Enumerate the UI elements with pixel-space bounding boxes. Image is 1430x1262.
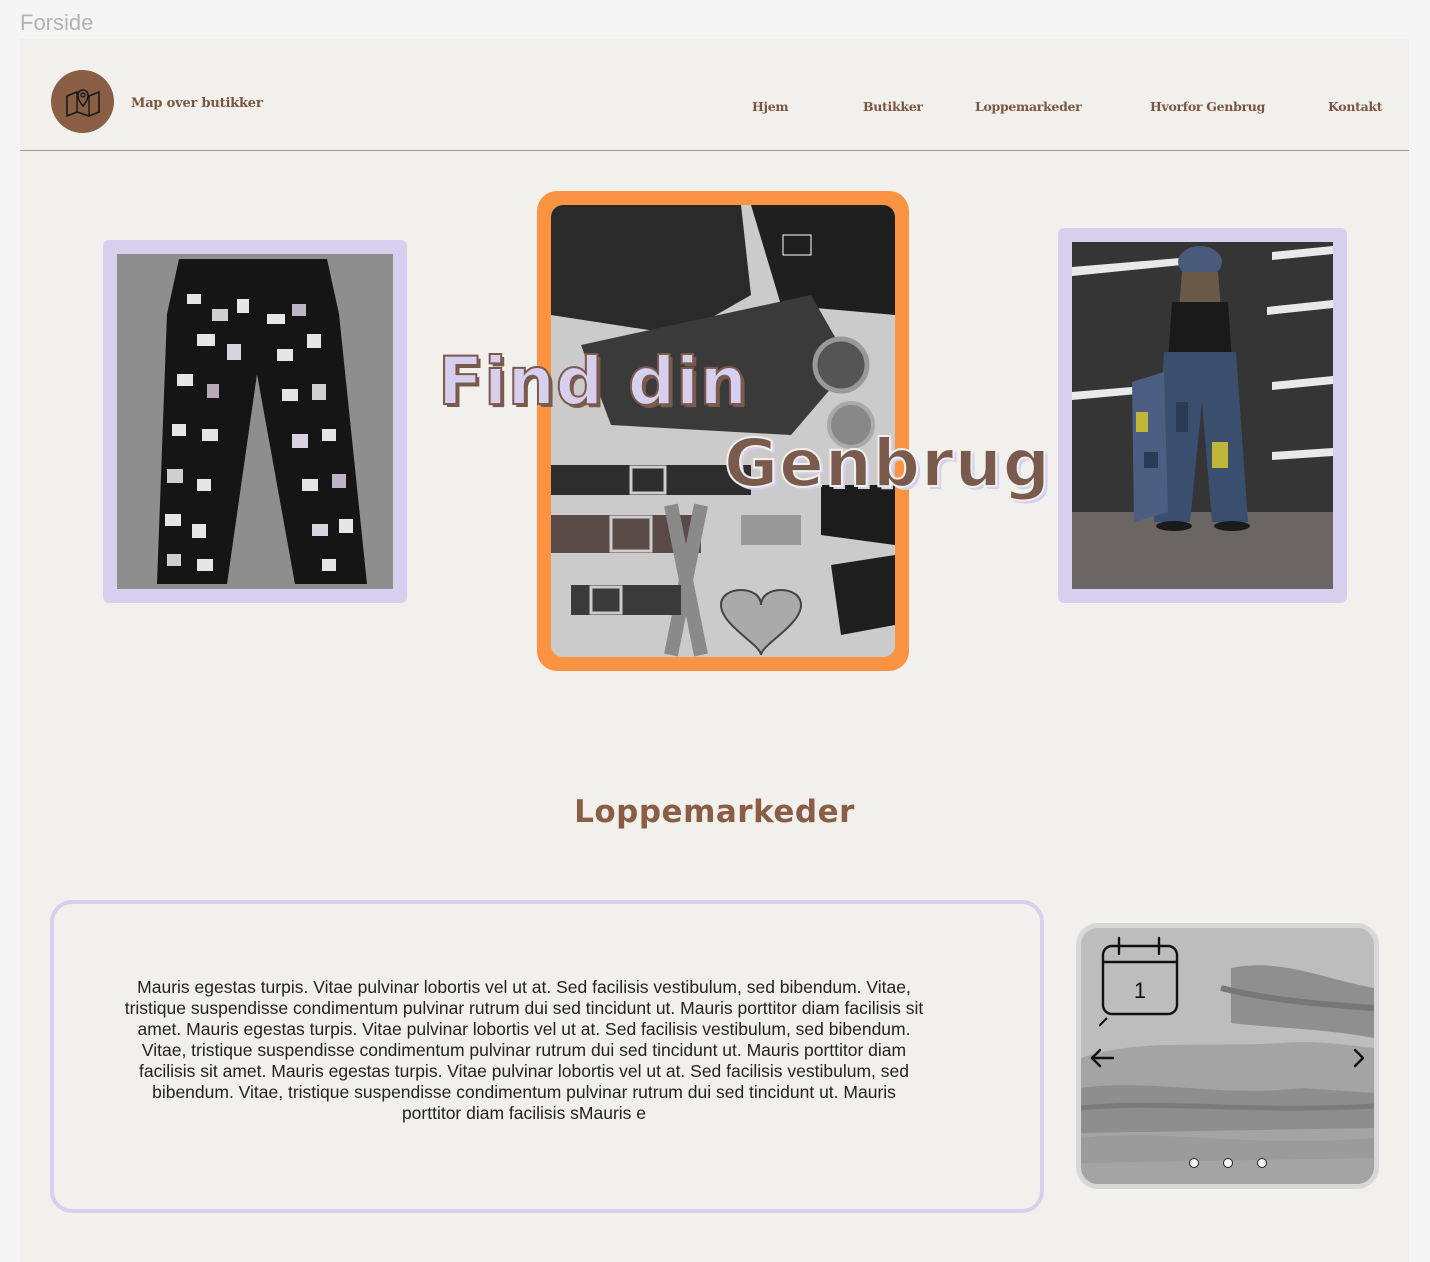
section-title: Loppemarkeder bbox=[574, 794, 855, 830]
chevron-right-icon[interactable] bbox=[1351, 1048, 1367, 1068]
nav-item-loppemarkeder[interactable]: Loppemarkeder bbox=[975, 99, 1082, 114]
event-carousel[interactable]: 1 bbox=[1076, 923, 1379, 1189]
photo-person bbox=[1058, 228, 1347, 603]
nav-item-butikker[interactable]: Butikker bbox=[863, 99, 923, 114]
frame-label: Forside bbox=[20, 10, 94, 35]
calendar-day: 1 bbox=[1134, 978, 1146, 1003]
hero-title-line-1: Find din bbox=[437, 343, 748, 420]
nav-item-hjem[interactable]: Hjem bbox=[752, 99, 789, 114]
carousel-dots bbox=[1189, 1158, 1267, 1168]
carousel-dot-2[interactable] bbox=[1223, 1158, 1233, 1168]
photo-jeans bbox=[103, 240, 407, 603]
page-frame: Map over butikker Hjem Butikker Loppemar… bbox=[20, 39, 1409, 1262]
site-header: Map over butikker Hjem Butikker Loppemar… bbox=[20, 39, 1409, 151]
carousel-dot-3[interactable] bbox=[1257, 1158, 1267, 1168]
carousel-dot-1[interactable] bbox=[1189, 1158, 1199, 1168]
nav-item-kontakt[interactable]: Kontakt bbox=[1328, 99, 1383, 114]
jeans-image bbox=[117, 254, 393, 589]
map-pin-icon bbox=[65, 88, 100, 117]
nav-item-hvorfor-genbrug[interactable]: Hvorfor Genbrug bbox=[1150, 99, 1265, 114]
person-image bbox=[1072, 242, 1333, 589]
logo[interactable] bbox=[51, 70, 114, 133]
info-body-text: Mauris egestas turpis. Vitae pulvinar lo… bbox=[124, 977, 924, 1123]
calendar-icon[interactable]: 1 bbox=[1099, 936, 1181, 1028]
logo-text[interactable]: Map over butikker bbox=[131, 96, 263, 111]
hero-title-line-2: Genbrug bbox=[723, 425, 1051, 502]
info-card: Mauris egestas turpis. Vitae pulvinar lo… bbox=[50, 900, 1044, 1213]
arrow-left-icon[interactable] bbox=[1089, 1048, 1115, 1068]
